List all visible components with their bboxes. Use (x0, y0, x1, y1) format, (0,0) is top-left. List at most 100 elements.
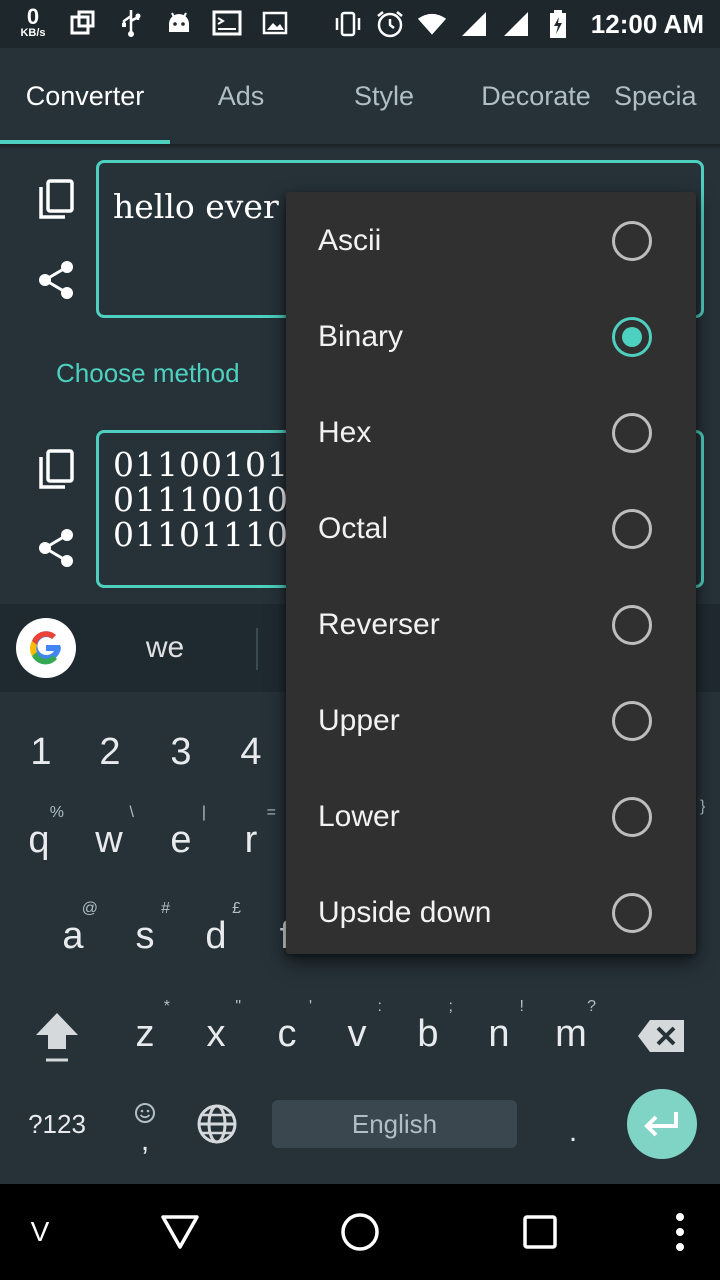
alarm-icon (375, 9, 405, 39)
symbols-key[interactable]: ?123 (14, 1096, 100, 1152)
status-bar: 0 KB/s 12:00 AM (0, 0, 720, 48)
home-icon[interactable] (330, 1184, 390, 1280)
key-label: a (62, 914, 84, 957)
key-label: s (135, 914, 155, 957)
recents-icon[interactable] (510, 1184, 570, 1280)
key-label: x (206, 1012, 226, 1055)
key-label: r (244, 818, 258, 861)
key-label: e (170, 818, 192, 861)
key-d[interactable]: £ d (181, 896, 251, 976)
copy-input-icon[interactable] (32, 176, 80, 224)
method-option-upper[interactable]: Upper (286, 673, 696, 769)
vibrate-icon (333, 9, 363, 39)
key-hint: £ (232, 900, 241, 917)
method-option-binary[interactable]: Binary (286, 289, 696, 385)
method-option-label: Octal (318, 512, 389, 545)
radio-button[interactable] (612, 701, 652, 741)
enter-key[interactable] (627, 1089, 697, 1159)
key-q[interactable]: % q (4, 800, 74, 880)
emoji-comma-key[interactable]: , (110, 1090, 180, 1170)
method-option-lower[interactable]: Lower (286, 769, 696, 865)
more-options-icon[interactable] (660, 1184, 700, 1280)
key-1[interactable]: 1 (6, 712, 76, 792)
key-hint: % (49, 804, 64, 821)
radio-button[interactable] (612, 893, 652, 933)
share-input-icon[interactable] (32, 256, 80, 304)
battery-icon (543, 9, 573, 39)
choose-method-button[interactable]: Choose method (56, 358, 240, 389)
key-hint: * (163, 998, 170, 1015)
key-2[interactable]: 2 (75, 712, 145, 792)
copy-output-icon[interactable] (32, 446, 80, 494)
usb-icon (116, 8, 146, 38)
radio-button[interactable] (612, 221, 652, 261)
key-m[interactable]: ? m (536, 994, 606, 1074)
key-b[interactable]: ; b (393, 994, 463, 1074)
key-c[interactable]: ' c (252, 994, 322, 1074)
key-label: d (205, 914, 227, 957)
key-3[interactable]: 3 (146, 712, 216, 792)
key-hint: ? (587, 998, 596, 1015)
tab-special[interactable]: Specia (614, 48, 720, 144)
radio-button[interactable] (612, 605, 652, 645)
key-v[interactable]: :v (322, 994, 392, 1074)
key-s[interactable]: # s (110, 896, 180, 976)
key-label: m (555, 1012, 587, 1055)
key-x[interactable]: " x (181, 994, 251, 1074)
method-option-upside-down[interactable]: Upside down (286, 865, 696, 961)
key-hint: | (201, 804, 206, 821)
navigation-bar: V (0, 1184, 720, 1280)
key-hint: } (700, 798, 706, 815)
method-option-octal[interactable]: Octal (286, 481, 696, 577)
key-hint: @ (81, 900, 98, 917)
key-4[interactable]: 4 (216, 712, 286, 792)
language-globe-icon[interactable] (182, 1084, 252, 1164)
key-label: b (417, 1012, 439, 1055)
method-option-label: Ascii (318, 224, 382, 257)
clock: 12:00 AM (590, 8, 704, 39)
period-key[interactable]: . (538, 1092, 608, 1172)
suggestion-word[interactable]: we (90, 604, 240, 692)
key-a[interactable]: @ a (38, 896, 108, 976)
method-menu: Ascii Binary Hex Octal Reverser Upper Lo… (286, 192, 696, 954)
tab-style[interactable]: Style (312, 48, 456, 144)
network-speed-icon: 0 KB/s (16, 6, 50, 39)
key-hint: # (161, 900, 170, 917)
tab-decorate[interactable]: Decorate (456, 48, 616, 144)
radio-button[interactable] (612, 413, 652, 453)
key-label: c (277, 1012, 297, 1055)
method-option-label: Upside down (318, 896, 492, 929)
space-bar[interactable]: English (272, 1100, 517, 1148)
tab-converter[interactable]: Converter (0, 48, 170, 144)
method-option-label: Upper (318, 704, 400, 737)
tab-ads[interactable]: Ads (170, 48, 312, 144)
key-label: w (95, 818, 123, 861)
key-n[interactable]: ! n (464, 994, 534, 1074)
google-icon[interactable] (16, 618, 76, 678)
radio-button[interactable] (612, 509, 652, 549)
key-hint: \ (129, 804, 134, 821)
tab-bar-shadow (0, 144, 720, 150)
key-w[interactable]: \ w (74, 800, 144, 880)
method-option-hex[interactable]: Hex (286, 385, 696, 481)
keyboard-hide-button[interactable]: V (20, 1184, 60, 1280)
radio-button[interactable] (612, 797, 652, 837)
key-label: z (135, 1012, 155, 1055)
key-r[interactable]: = r (216, 800, 286, 880)
method-option-reverser[interactable]: Reverser (286, 577, 696, 673)
key-z[interactable]: * z (110, 994, 180, 1074)
key-hint: : (377, 998, 382, 1015)
method-option-label: Binary (318, 320, 404, 353)
emoji-icon (134, 1098, 156, 1132)
backspace-key[interactable] (626, 996, 696, 1076)
method-option-ascii[interactable]: Ascii (286, 193, 696, 289)
key-label: n (488, 1012, 510, 1055)
back-icon[interactable] (150, 1184, 210, 1280)
shift-key[interactable] (22, 996, 92, 1076)
key-hint: " (235, 998, 241, 1015)
key-e[interactable]: | e (146, 800, 216, 880)
net-speed-unit: KB/s (20, 27, 46, 39)
key-hint: ; (448, 998, 453, 1015)
share-output-icon[interactable] (32, 524, 80, 572)
radio-button-selected[interactable] (612, 317, 652, 357)
